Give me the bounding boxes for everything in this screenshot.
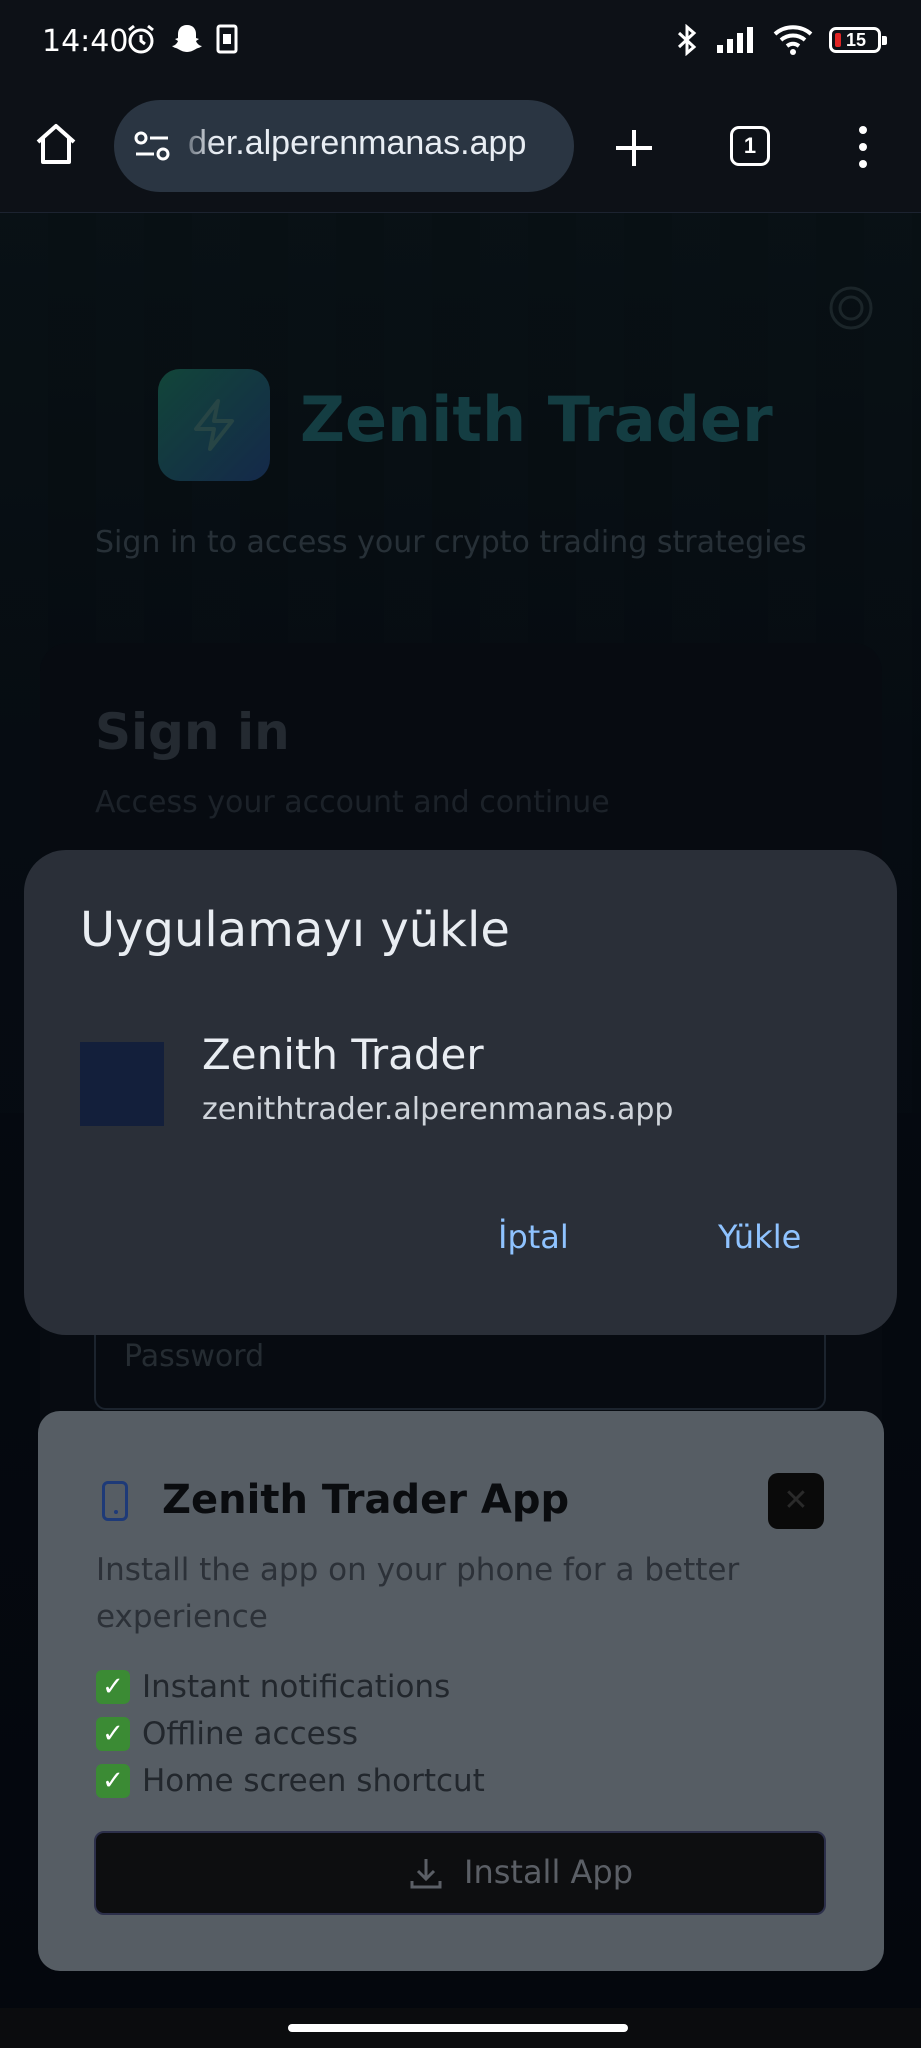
wifi-icon: [773, 25, 813, 55]
feature-label: Offline access: [142, 1716, 359, 1752]
install-dialog: Uygulamayı yükle Zenith Trader zenithtra…: [24, 850, 897, 1335]
cancel-button[interactable]: İptal: [498, 1218, 569, 1256]
download-icon: [410, 1859, 442, 1889]
bluetooth-icon: [677, 24, 697, 56]
install-button[interactable]: Yükle: [718, 1218, 801, 1256]
snapchat-icon: [172, 25, 202, 52]
sim-icon: [216, 24, 238, 54]
dialog-app-url: zenithtrader.alperenmanas.app: [202, 1092, 674, 1127]
check-icon: ✓: [96, 1670, 130, 1704]
home-icon[interactable]: [32, 120, 80, 168]
status-right-icons: 15: [675, 24, 887, 56]
overflow-menu-icon[interactable]: [856, 126, 870, 177]
browser-toolbar: der.alperenmanas.app 1: [0, 90, 921, 213]
gesture-handle[interactable]: [288, 2024, 628, 2032]
install-app-button[interactable]: Install App: [94, 1831, 826, 1915]
status-time: 14:40: [42, 24, 129, 59]
battery-icon: 15: [829, 27, 887, 53]
feature-item: ✓ Home screen shortcut: [96, 1763, 485, 1799]
plus-icon[interactable]: [612, 126, 656, 170]
phone-icon: [102, 1481, 128, 1521]
check-icon: ✓: [96, 1764, 130, 1798]
close-icon[interactable]: ✕: [768, 1473, 824, 1529]
alarm-icon: [128, 24, 154, 54]
battery-level: 15: [846, 30, 867, 50]
feature-item: ✓ Offline access: [96, 1716, 358, 1752]
app-icon: [80, 1042, 164, 1126]
banner-description: Install the app on your phone for a bett…: [96, 1552, 740, 1635]
check-icon: ✓: [96, 1717, 130, 1751]
install-app-label: Install App: [464, 1853, 634, 1891]
install-banner: Zenith Trader App ✕ Install the app on y…: [38, 1411, 884, 1971]
signal-icon: [717, 27, 753, 53]
url-text[interactable]: der.alperenmanas.app: [188, 124, 526, 163]
status-bar: 14:40 15: [0, 0, 921, 90]
navigation-bar: [0, 2008, 921, 2048]
feature-label: Home screen shortcut: [142, 1763, 485, 1799]
feature-label: Instant notifications: [142, 1669, 451, 1705]
tabs-icon[interactable]: 1: [730, 126, 770, 166]
banner-title: Zenith Trader App: [162, 1477, 570, 1523]
dialog-app-name: Zenith Trader: [202, 1030, 484, 1079]
site-settings-icon[interactable]: [134, 130, 170, 162]
address-bar[interactable]: der.alperenmanas.app: [114, 100, 574, 192]
status-left-icons: [124, 22, 238, 56]
dialog-title: Uygulamayı yükle: [80, 902, 510, 958]
feature-item: ✓ Instant notifications: [96, 1669, 450, 1705]
